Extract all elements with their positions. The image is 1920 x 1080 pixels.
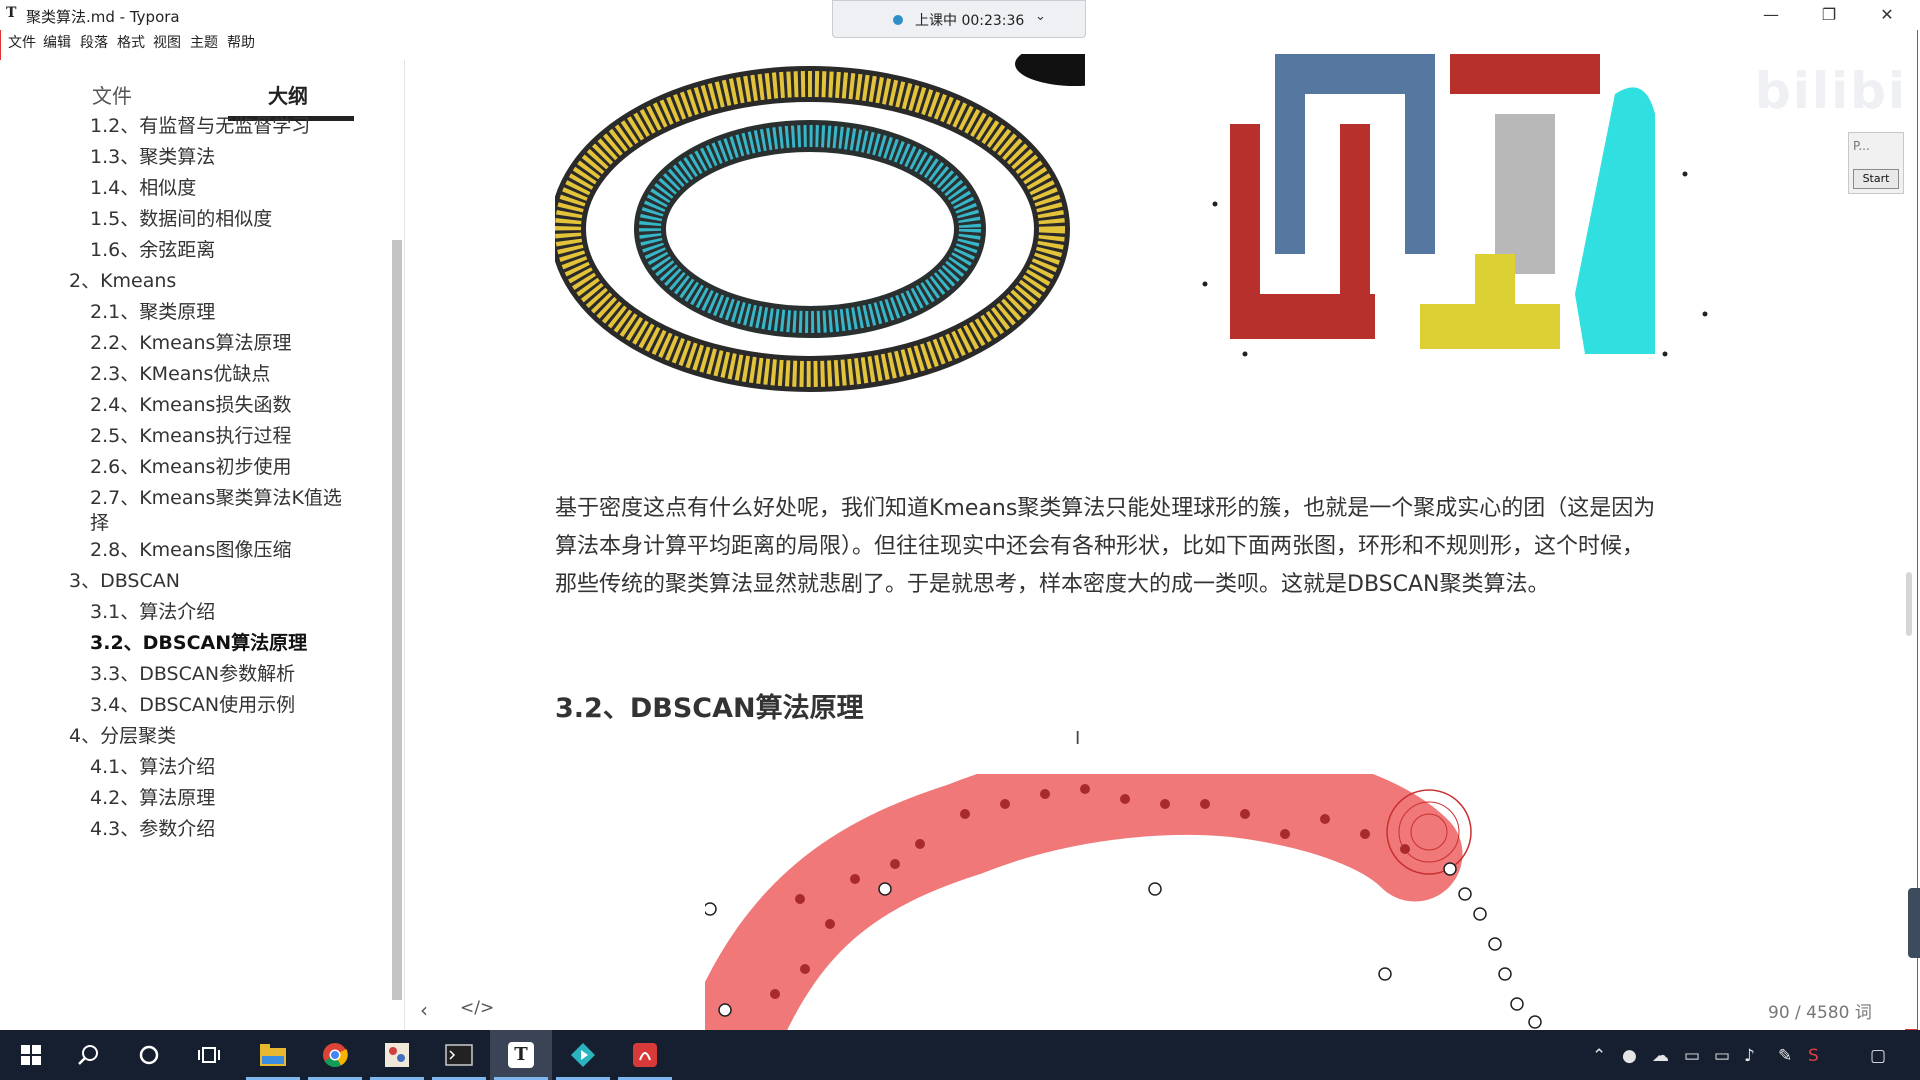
editor-content[interactable]: bilibili 基于密度这点有什么好处呢，我们知道Kmeans聚类算法只能处理… [405,54,1905,1030]
onedrive-icon[interactable]: ☁ [1652,1046,1669,1066]
outline-item[interactable]: 1.2、有监督与无监督学习 [90,111,310,138]
tab-outline[interactable]: 大纲 [268,80,308,109]
outline-item[interactable]: 1.6、余弦距离 [90,235,215,262]
task-view-icon[interactable] [178,1030,240,1080]
text-cursor-icon: I [1075,728,1081,749]
minimize-button[interactable]: — [1748,2,1794,28]
outline-item[interactable]: 2.2、Kmeans算法原理 [90,328,291,355]
outline-item[interactable]: 3.3、DBSCAN参数解析 [90,659,295,686]
word-count[interactable]: 90 / 4580 词 [1768,998,1872,1023]
network-icon[interactable]: ▭ [1714,1046,1730,1066]
outline-item[interactable]: 4.2、算法原理 [90,783,215,810]
menu-theme[interactable]: 主题 [190,32,218,52]
paragraph-line: 那些传统的聚类算法显然就悲剧了。于是就思考，样本密度大的成一类呗。这就是DBSC… [555,572,1550,597]
outline-item[interactable]: 2.6、Kmeans初步使用 [90,452,291,479]
outline-item[interactable]: 2.8、Kmeans图像压缩 [90,535,291,562]
outline-item[interactable]: 4、分层聚类 [69,721,176,748]
outline-item[interactable]: 1.4、相似度 [90,173,196,200]
typora-app-icon: T [6,5,17,21]
chevron-left-icon[interactable]: ‹ [420,998,428,1022]
menu-paragraph[interactable]: 段落 [80,32,108,52]
windows-start-icon[interactable] [0,1030,62,1080]
terminal-icon[interactable] [428,1030,490,1080]
people-icon[interactable]: ● [1622,1046,1637,1066]
cortana-icon[interactable] [118,1030,180,1080]
sogou-icon[interactable]: S [1808,1046,1819,1066]
close-button[interactable]: ✕ [1864,2,1910,28]
volume-icon[interactable]: ♪ [1744,1046,1755,1066]
chrome-icon[interactable] [304,1030,366,1080]
class-status-badge[interactable]: 上课中 00:23:36 ⌄ [832,0,1086,38]
tab-files[interactable]: 文件 [92,80,132,109]
paragraph-line: 基于密度这点有什么好处呢，我们知道Kmeans聚类算法只能处理球形的簇，也就是一… [555,496,1656,521]
body-paragraph: 基于密度这点有什么好处呢，我们知道Kmeans聚类算法只能处理球形的簇，也就是一… [555,490,1765,604]
side-dock-tab[interactable] [1908,888,1920,958]
app-diamond-icon[interactable] [552,1030,614,1080]
outline-item[interactable]: 4.1、算法介绍 [90,752,215,779]
start-button[interactable]: Start [1853,169,1899,189]
typora-taskbar-glyph: T [508,1042,534,1068]
menu-bar: 文件 编辑 段落 格式 视图 主题 帮助 [0,32,400,54]
paint-icon[interactable] [366,1030,428,1080]
source-code-toggle-icon[interactable]: </> [460,998,494,1018]
outline-item[interactable]: 2、Kmeans [69,266,176,293]
chevron-down-icon[interactable]: ⌄ [1035,9,1046,24]
outline-item[interactable]: 2.7、Kmeans聚类算法K值选 [90,483,342,510]
menu-help[interactable]: 帮助 [227,32,255,52]
outline-item[interactable]: 4.3、参数介绍 [90,814,215,841]
sidebar-scrollbar[interactable] [392,240,402,1000]
window-title: 聚类算法.md - Typora [26,8,180,26]
mini-panel-title: P... [1853,139,1870,153]
menu-view[interactable]: 视图 [153,32,181,52]
search-icon[interactable] [58,1030,120,1080]
notification-icon[interactable]: ▢ [1870,1046,1886,1066]
ring-clusters-image [555,54,1085,392]
irregular-clusters-image [1202,54,1708,357]
outline-item[interactable]: 2.5、Kmeans执行过程 [90,421,291,448]
section-heading: 3.2、DBSCAN算法原理 [555,693,864,724]
outline-item[interactable]: 2.4、Kmeans损失函数 [90,390,291,417]
editor-scrollbar[interactable] [1906,572,1912,636]
outline-item[interactable]: 2.1、聚类原理 [90,297,215,324]
menu-format[interactable]: 格式 [117,32,145,52]
outline-item-active[interactable]: 3.2、DBSCAN算法原理 [90,628,307,655]
outline-item[interactable]: 2.3、KMeans优缺点 [90,359,270,386]
paragraph-line: 算法本身计算平均距离的局限）。但往往现实中还会有各种形状，比如下面两张图，环形和… [555,534,1645,559]
outline-item-wrap[interactable]: 择 [90,508,109,535]
dbscan-illustration [705,774,1542,1030]
maximize-button[interactable]: ❐ [1806,2,1852,28]
recording-dot-icon [893,15,903,25]
outline-item[interactable]: 1.3、聚类算法 [90,142,215,169]
sidebar: 文件 大纲 1.2、有监督与无监督学习 1.3、聚类算法 1.4、相似度 1.5… [0,60,404,1030]
file-explorer-icon[interactable] [242,1030,304,1080]
pen-icon[interactable]: ✎ [1778,1046,1792,1066]
typora-icon[interactable]: T [490,1030,552,1080]
outline-item[interactable]: 3、DBSCAN [69,566,180,593]
outline-item[interactable]: 3.1、算法介绍 [90,597,215,624]
outline-item[interactable]: 1.5、数据间的相似度 [90,204,272,231]
bilibili-watermark: bilibili [1755,62,1905,120]
taskbar: T ⌃ ● ☁ ▭ ▭ ♪ ✎ S ▢ [0,1030,1920,1080]
outline-item[interactable]: 3.4、DBSCAN使用示例 [90,690,295,717]
pdf-icon[interactable] [614,1030,676,1080]
class-timer: 上课中 00:23:36 [915,13,1025,29]
floating-mini-panel: P... Start [1848,132,1904,194]
menu-file[interactable]: 文件 [8,32,36,52]
menu-edit[interactable]: 编辑 [43,32,71,52]
usb-icon[interactable]: ▭ [1684,1046,1700,1066]
chevron-up-icon[interactable]: ⌃ [1592,1046,1606,1066]
